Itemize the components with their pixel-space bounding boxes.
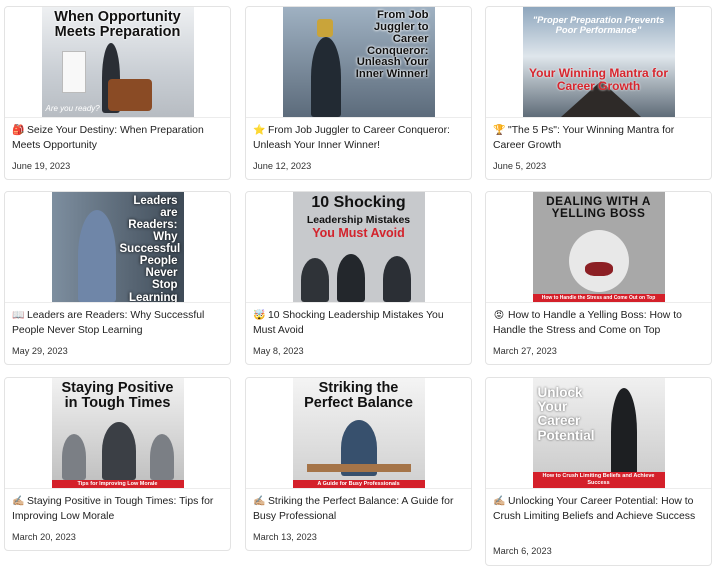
post-date: June 5, 2023 xyxy=(493,161,547,171)
post-card[interactable]: "Proper Preparation Prevents Poor Perfor… xyxy=(485,6,712,180)
post-image-headline: When Opportunity Meets Preparation xyxy=(54,9,181,41)
post-title[interactable]: ✍🏼 Unlocking Your Career Potential: How t… xyxy=(493,494,704,524)
post-date: March 6, 2023 xyxy=(493,546,552,556)
post-title[interactable]: ✍🏼 Staying Positive in Tough Times: Tips … xyxy=(12,494,223,524)
post-title-text: Staying Positive in Tough Times: Tips fo… xyxy=(12,496,214,522)
post-card[interactable]: 10 Shocking Leadership Mistakes You Must… xyxy=(245,191,472,365)
post-card[interactable]: Unlock Your Career Potential How to Crus… xyxy=(485,377,712,566)
post-date: March 13, 2023 xyxy=(253,532,317,542)
post-grid: When Opportunity Meets Preparation Are y… xyxy=(0,0,720,574)
post-title-text: Leaders are Readers: Why Successful Peop… xyxy=(12,310,205,336)
post-image: 10 Shocking Leadership Mistakes You Must… xyxy=(292,192,425,302)
post-image-headline: From Job Juggler to Career Conqueror: Un… xyxy=(355,9,429,81)
post-title[interactable]: 😡 How to Handle a Yelling Boss: How to Ha… xyxy=(493,308,704,338)
post-emoji: 😡 xyxy=(493,310,505,321)
post-image-tagline: Are you ready? xyxy=(45,104,100,113)
post-thumbnail[interactable]: DEALING WITH A YELLING BOSS How to Handl… xyxy=(486,192,711,303)
post-image: Leaders are Readers: Why Successful Peop… xyxy=(51,192,184,302)
post-title-text: "The 5 Ps": Your Winning Mantra for Care… xyxy=(493,125,675,151)
post-emoji: 📖 xyxy=(12,310,25,321)
post-title-text: 10 Shocking Leadership Mistakes You Must… xyxy=(253,310,444,336)
post-emoji: 🏆 xyxy=(493,125,506,136)
post-image-headline: 10 Shocking xyxy=(311,194,406,211)
post-image: Unlock Your Career Potential How to Crus… xyxy=(532,378,665,488)
post-thumbnail[interactable]: "Proper Preparation Prevents Poor Perfor… xyxy=(486,7,711,118)
post-title-text: Seize Your Destiny: When Preparation Mee… xyxy=(12,125,204,151)
post-emoji: 🤯 xyxy=(253,310,266,321)
post-title[interactable]: 🎒 Seize Your Destiny: When Preparation Me… xyxy=(12,123,223,153)
post-card[interactable]: Leaders are Readers: Why Successful Peop… xyxy=(4,191,231,365)
post-title[interactable]: 📖 Leaders are Readers: Why Successful Peo… xyxy=(12,308,223,338)
post-card[interactable]: When Opportunity Meets Preparation Are y… xyxy=(4,6,231,180)
post-image: DEALING WITH A YELLING BOSS How to Handl… xyxy=(532,192,665,302)
post-title[interactable]: ✍🏼 Striking the Perfect Balance: A Guide … xyxy=(253,494,464,524)
post-emoji: ✍🏼 xyxy=(493,496,506,507)
post-card[interactable]: Staying Positive in Tough Times Tips for… xyxy=(4,377,231,551)
post-date: March 27, 2023 xyxy=(493,346,557,356)
post-thumbnail[interactable]: 10 Shocking Leadership Mistakes You Must… xyxy=(246,192,471,303)
post-image-headline: Staying Positive in Tough Times xyxy=(61,380,174,412)
post-image: From Job Juggler to Career Conqueror: Un… xyxy=(282,7,435,117)
post-title-text: Unlocking Your Career Potential: How to … xyxy=(493,496,696,522)
post-image-subheadline: Tips for Improving Low Morale xyxy=(51,480,184,488)
post-date: June 12, 2023 xyxy=(253,161,312,171)
post-image-headline: Striking the Perfect Balance xyxy=(304,380,413,412)
post-date: June 19, 2023 xyxy=(12,161,71,171)
post-thumbnail[interactable]: Unlock Your Career Potential How to Crus… xyxy=(486,378,711,489)
post-image-subheadline: A Guide for Busy Professionals xyxy=(292,480,425,488)
post-emoji: ✍🏼 xyxy=(253,496,266,507)
post-image-subheadline: How to Crush Limiting Beliefs and Achiev… xyxy=(532,472,665,488)
post-thumbnail[interactable]: When Opportunity Meets Preparation Are y… xyxy=(5,7,230,118)
post-thumbnail[interactable]: Staying Positive in Tough Times Tips for… xyxy=(5,378,230,489)
post-thumbnail[interactable]: Leaders are Readers: Why Successful Peop… xyxy=(5,192,230,303)
post-image: Staying Positive in Tough Times Tips for… xyxy=(51,378,184,488)
post-image: When Opportunity Meets Preparation Are y… xyxy=(41,7,194,117)
post-date: March 20, 2023 xyxy=(12,532,76,542)
post-card[interactable]: Striking the Perfect Balance A Guide for… xyxy=(245,377,472,551)
post-thumbnail[interactable]: From Job Juggler to Career Conqueror: Un… xyxy=(246,7,471,118)
post-title[interactable]: 🏆 "The 5 Ps": Your Winning Mantra for Car… xyxy=(493,123,704,153)
post-card[interactable]: From Job Juggler to Career Conqueror: Un… xyxy=(245,6,472,180)
post-title[interactable]: 🤯 10 Shocking Leadership Mistakes You Mus… xyxy=(253,308,464,338)
post-image-headline: Unlock Your Career Potential xyxy=(537,385,595,443)
post-date: May 29, 2023 xyxy=(12,346,68,356)
post-image-tagline: You Must Avoid xyxy=(312,226,405,240)
post-date: May 8, 2023 xyxy=(253,346,304,356)
post-image-subheadline: Your Winning Mantra for Career Growth xyxy=(529,66,668,93)
post-title-text: Striking the Perfect Balance: A Guide fo… xyxy=(253,496,454,522)
post-emoji: ⭐ xyxy=(253,125,266,136)
post-title-text: How to Handle a Yelling Boss: How to Han… xyxy=(493,310,682,336)
post-image-subheadline: Leadership Mistakes xyxy=(306,214,411,226)
post-image-subheadline: How to Handle the Stress and Come Out on… xyxy=(532,294,665,302)
post-emoji: ✍🏼 xyxy=(12,496,25,507)
post-image: Striking the Perfect Balance A Guide for… xyxy=(292,378,425,488)
post-image: "Proper Preparation Prevents Poor Perfor… xyxy=(522,7,675,117)
post-title-text: From Job Juggler to Career Conqueror: Un… xyxy=(253,125,450,151)
post-image-headline: Leaders are Readers: Why Successful Peop… xyxy=(119,195,181,302)
post-image-headline: DEALING WITH A YELLING BOSS xyxy=(546,194,651,221)
post-thumbnail[interactable]: Striking the Perfect Balance A Guide for… xyxy=(246,378,471,489)
post-emoji: 🎒 xyxy=(12,125,25,136)
post-title[interactable]: ⭐ From Job Juggler to Career Conqueror: U… xyxy=(253,123,464,153)
post-card[interactable]: DEALING WITH A YELLING BOSS How to Handl… xyxy=(485,191,712,365)
post-image-headline: "Proper Preparation Prevents Poor Perfor… xyxy=(532,14,665,35)
